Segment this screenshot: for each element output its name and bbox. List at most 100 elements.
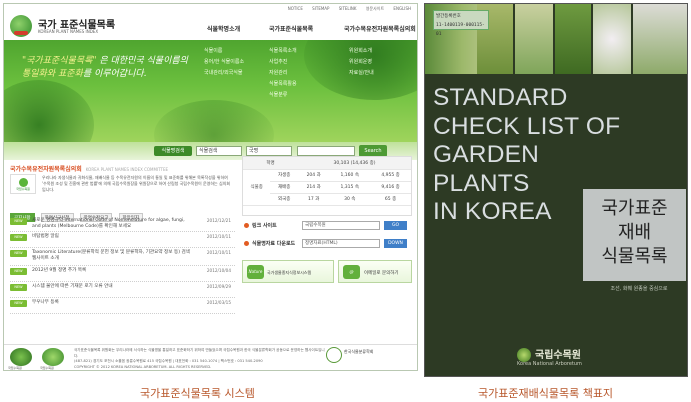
stats-row-name: 자생종 <box>270 169 298 182</box>
committee-logo-icon: 국립수목원 <box>10 174 36 194</box>
download-label: 식물명자료 다운로드 <box>252 241 296 247</box>
submenu-link[interactable]: 자원관리 <box>269 68 297 79</box>
stats-family-count: 214 과 <box>297 181 330 194</box>
submenu-link[interactable]: 식물목록소개 <box>269 46 297 57</box>
stats-family-count: 204 과 <box>297 169 330 182</box>
notice-title[interactable]: 비탐법명 알림 <box>32 234 192 240</box>
nature-system-banner[interactable]: Nature 국가생물종지식정보시스템 <box>242 260 334 283</box>
cover-subtitle: 조선, 화훼 원종을 중심으로 <box>610 286 668 292</box>
caption-right: 국가표준재배식물목록 책표지 <box>478 387 614 400</box>
submenu-link[interactable]: 용어/한 식물이름소 <box>204 57 244 68</box>
hero-submenu-1: 식물이름 용어/한 식물이름소 국내관리/외국식물 <box>204 46 244 79</box>
bullet-icon <box>244 241 249 246</box>
footer-logo-label: 국립수목원 <box>40 366 54 370</box>
notice-date: 2012/12/21 <box>206 218 231 223</box>
search-field-select[interactable]: 국명 <box>246 146 292 156</box>
nature-logo-icon: Nature <box>247 265 264 279</box>
submenu-link[interactable]: 국내관리/외국식물 <box>204 68 244 79</box>
new-badge: NEW <box>10 250 27 257</box>
registration-number-box: 발간등록번호 11-1400119-000115-01 <box>433 10 489 37</box>
list-item[interactable]: NEW 2012년 9월 정명 추가 목록 2012/10/04 <box>10 266 235 282</box>
go-button[interactable]: GO <box>384 221 407 230</box>
site-logo[interactable]: 국가 표준식물목록 KOREAN PLANT NAMES INDEX <box>10 13 150 41</box>
list-item[interactable]: NEW 시스템 불안에 따른 기재문 로기 오류 안내 2012/09/29 <box>10 282 235 298</box>
link-site-row: 링크 사이트 국립수목원 GO <box>244 220 412 232</box>
notice-date: 2012/10/11 <box>206 234 231 239</box>
search-input[interactable] <box>297 146 355 156</box>
submenu-link[interactable]: 식물이름 <box>204 46 244 57</box>
stats-species-count: 4,955 종 <box>370 169 411 182</box>
submenu-link[interactable]: 자료실/안내 <box>349 68 374 79</box>
list-item[interactable]: NEW 무우나무 등록 2012/03/15 <box>10 298 235 314</box>
new-badge: NEW <box>10 300 27 307</box>
notice-title[interactable]: 2012년 9월 정명 추가 목록 <box>32 268 192 274</box>
stats-family-count: 17 과 <box>297 193 330 206</box>
search-category-select[interactable]: 식물검색 <box>196 146 242 156</box>
site-footer: 국립수목원 국립수목원 국가표준식물목록 위원회는 우리나라에 서식하는 식물명… <box>4 344 417 370</box>
list-item[interactable]: NEW 비탐법명 알림 2012/10/11 <box>10 232 235 248</box>
arboretum-logo-icon <box>10 15 32 37</box>
bullet-icon <box>244 223 249 228</box>
link-site-label: 링크 사이트 <box>252 223 277 229</box>
statistics-table: 학명 30,103 (14,436 종) 식물종 자생종 204 과 1,160… <box>242 156 412 216</box>
notice-title[interactable]: 시스템 불안에 따른 기재문 로기 오류 안내 <box>32 284 192 290</box>
submenu-link[interactable]: 식물분류 <box>269 90 297 101</box>
publisher-name-english: Korea National Arboretum <box>517 361 582 367</box>
notice-date: 2012/03/15 <box>206 300 231 305</box>
hero-banner: "국가표준식물목록" 은 대한민국 식물이름의 통일화와 표준화를 이루어갑니다… <box>4 40 417 142</box>
submenu-link[interactable]: 위원회소개 <box>349 46 374 57</box>
new-badge: NEW <box>10 234 27 241</box>
topnav-english[interactable]: ENGLISH <box>393 6 411 11</box>
notice-date: 2012/10/11 <box>206 250 231 255</box>
submenu-link[interactable]: 식물목록활용 <box>269 79 297 90</box>
notice-title[interactable]: Taxonomic Literature(분류학적 문헌 정보 및 분류학자, … <box>32 250 192 262</box>
gnb-item-plant-list[interactable]: 국가표준식물목록 <box>269 24 313 33</box>
notice-title[interactable]: 무우나무 등록 <box>32 300 192 306</box>
site-subtitle: KOREAN PLANT NAMES INDEX <box>38 29 99 34</box>
search-label: 식물명검색 <box>154 146 192 156</box>
cover-korean-title: 국가표준 재배 식물목록 <box>583 189 686 281</box>
stats-genus-count: 30 속 <box>329 193 371 206</box>
stats-genus-count: 1,315 속 <box>329 181 371 194</box>
submenu-link[interactable]: 위원회운영 <box>349 57 374 68</box>
download-row: 식물명자료 다운로드 정명자료(HTML) DOWN <box>244 238 412 250</box>
footer-partner-logo[interactable]: 한국식물분류학회 <box>325 347 373 363</box>
stats-header-label: 학명 <box>243 157 298 170</box>
stats-header-value: 30,103 (14,436 종) <box>297 157 411 170</box>
banner-text: 국가생물종지식정보시스템 <box>267 270 312 275</box>
board-tabs: 공지사항 학명신규신청 학명수정요고 학망임지 <box>10 204 190 222</box>
stats-species-count: 65 종 <box>370 193 411 206</box>
topnav-korean-site[interactable]: 영문사이트 <box>366 6 384 11</box>
submenu-link[interactable]: 사업추진 <box>269 57 297 68</box>
hero-slogan: "국가표준식물목록" 은 대한민국 식물이름의 통일화와 표준화를 이루어갑니다… <box>22 56 188 79</box>
link-site-select[interactable]: 국립수목원 <box>302 221 380 230</box>
banner-text: 이메일로 문의하기 <box>364 271 399 276</box>
notice-date: 2012/10/04 <box>206 268 231 273</box>
email-icon: @ <box>343 265 360 279</box>
footer-logo-icon <box>42 348 64 366</box>
download-button[interactable]: DOWN <box>384 239 407 248</box>
notice-date: 2012/09/29 <box>206 284 231 289</box>
topnav-sitemap[interactable]: SITEMAP <box>312 6 329 11</box>
download-format-select[interactable]: 정명자료(HTML) <box>302 239 380 248</box>
list-item[interactable]: NEW Taxonomic Literature(분류학적 문헌 정보 및 분류… <box>10 248 235 266</box>
stats-row-name: 외국종 <box>270 193 298 206</box>
gnb-item-botanical-names[interactable]: 식물학명소개 <box>207 24 240 33</box>
new-badge: NEW <box>10 218 27 225</box>
list-item[interactable]: NEW 새로운 명명규약 International Code of Nomen… <box>10 216 235 232</box>
stats-group-label: 식물종 <box>243 169 271 206</box>
committee-intro: 국가수목유전자원목록심의회 KOREA PLANT NAMES INDEX COM… <box>10 164 235 204</box>
notice-title[interactable]: 새로운 명명규약 International Code of Nomenclat… <box>32 218 192 230</box>
new-badge: NEW <box>10 284 27 291</box>
topnav-sitelink[interactable]: SITELINK <box>339 6 357 11</box>
hero-submenu-3: 위원회소개 위원회운영 자료실/안내 <box>349 46 374 79</box>
email-inquiry-banner[interactable]: @ 이메일로 문의하기 <box>338 260 412 283</box>
publisher-name-korean: 국립수목원 <box>535 350 581 361</box>
footer-logo-icon <box>10 348 32 366</box>
stats-row-name: 재배종 <box>270 181 298 194</box>
caption-left: 국가표준식물목록 시스템 <box>140 387 255 400</box>
topnav-notice[interactable]: NOTICE <box>288 6 303 11</box>
website-screenshot: NOTICE SITEMAP SITELINK 영문사이트 ENGLISH 국가… <box>3 3 418 371</box>
gnb-item-committee[interactable]: 국가수목유전자원목록심의회 <box>344 24 416 33</box>
stats-species-count: 9,416 종 <box>370 181 411 194</box>
